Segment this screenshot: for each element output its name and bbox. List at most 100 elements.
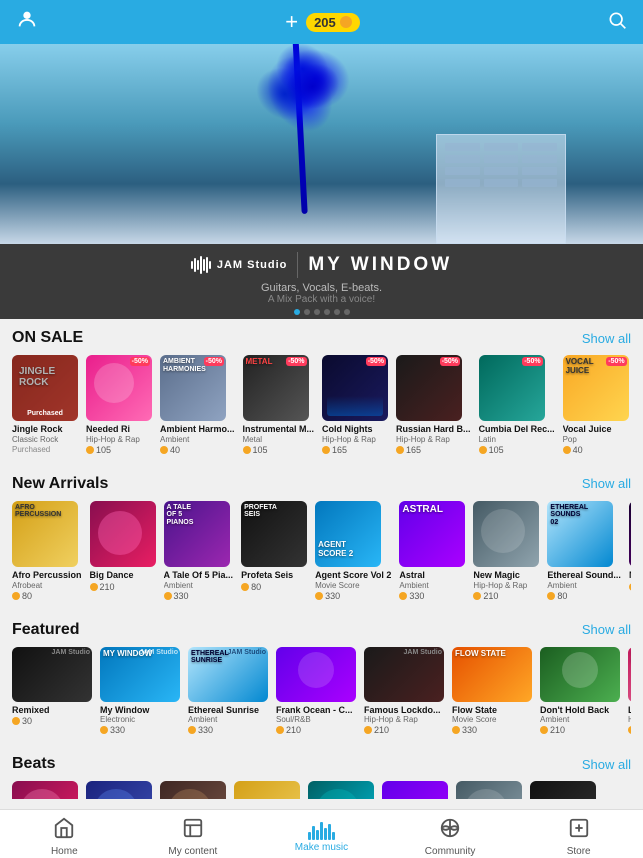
dot-1[interactable] [294,309,300,315]
on-sale-title: ON SALE [12,329,83,347]
nav-my-content-label: My content [168,846,217,857]
album-thumb: -50% [479,355,545,421]
list-item[interactable]: AMBIENTHARMONIES -50% Ambient Harmo... A… [160,355,235,455]
album-thumb [12,781,78,799]
album-thumb: PROFETASEIS [241,501,307,567]
dot-5[interactable] [334,309,340,315]
header-center: + 205 [285,9,360,35]
dot-4[interactable] [324,309,330,315]
list-item[interactable] [308,781,374,799]
dot-2[interactable] [304,309,310,315]
on-sale-header: ON SALE Show all [12,329,631,347]
list-item[interactable]: New Magic Hip-Hop & Rap 210 [473,501,539,601]
list-item[interactable] [12,781,78,799]
album-thumb [473,501,539,567]
list-item[interactable]: JAM Studio Remixed 30 [12,647,92,736]
on-sale-show-all[interactable]: Show all [582,331,631,346]
album-thumb [276,647,356,702]
featured-header: Featured Show all [12,621,631,639]
list-item[interactable]: ETHEREALSOUNDS02 Ethereal Sound... Ambie… [547,501,621,601]
store-icon [568,817,590,844]
list-item[interactable]: -50% Cold Nights Hip-Hop & Rap 165 [322,355,388,455]
featured-show-all[interactable]: Show all [582,622,631,637]
list-item[interactable]: MY WINDOW JAM Studio My Window Electroni… [100,647,180,736]
list-item[interactable]: -50% Needed Ri Hip-Hop & Rap 105 [86,355,152,455]
list-item[interactable]: Frank Ocean - C... Soul/R&B 210 [276,647,356,736]
new-arrivals-show-all[interactable]: Show all [582,476,631,491]
featured-title: Featured [12,621,80,639]
featured-section: Featured Show all JAM Studio Remixed 30 … [0,611,643,746]
nav-store[interactable]: Store [514,811,643,857]
carousel-dots [0,305,643,319]
brand-divider [297,252,298,278]
nav-make-music[interactable]: Make music [257,816,386,853]
list-item[interactable]: AFROPERCUSSION Afro Percussion Afrobeat … [12,501,82,601]
nav-home-label: Home [51,846,78,857]
list-item[interactable]: AGENTSCORE 2 Agent Score Vol 2 Movie Sco… [315,501,391,601]
list-item[interactable]: ASTRAL Astral Ambient 330 [399,501,465,601]
beats-show-all[interactable]: Show all [582,757,631,772]
album-thumb: JAM Studio [364,647,444,702]
brand-bar: JAM Studio MY WINDOW Guitars, Vocals, E-… [0,244,643,319]
list-item[interactable]: -50% Russian Hard B... Hip-Hop & Rap 165 [396,355,471,455]
list-item[interactable]: A TALEOF 5PIANOS A Tale Of 5 Pia... Ambi… [164,501,234,601]
coin-dot-icon [340,16,352,28]
dot-6[interactable] [344,309,350,315]
search-icon[interactable] [607,10,627,35]
album-thumb: -50% [396,355,462,421]
album-thumb: JAM Studio [12,647,92,702]
list-item[interactable]: LOFI STUDYBEATS JAM Studio Lofi Study Be… [628,647,631,736]
album-thumb: ETHEREALSOUNDS02 [547,501,613,567]
beats-section: Beats Show all [0,745,643,799]
list-item[interactable] [456,781,522,799]
nav-my-content[interactable]: My content [129,811,258,857]
album-thumb: METAL -50% [243,355,309,421]
album-thumb: NAGOYABEATS [629,501,631,567]
home-icon [53,817,75,844]
album-thumb [234,781,300,799]
list-item[interactable]: NAGOYABEATS Nagoya Beats 330 [629,501,631,601]
list-item[interactable]: VOCALJUICE -50% Vocal Juice Pop 40 [563,355,629,455]
album-thumb: ETHEREALSUNRISE JAM Studio [188,647,268,702]
new-arrivals-header: New Arrivals Show all [12,475,631,493]
nav-home[interactable]: Home [0,811,129,857]
list-item[interactable]: Don't Hold Back Ambient 210 [540,647,620,736]
new-arrivals-list: AFROPERCUSSION Afro Percussion Afrobeat … [12,501,631,611]
brand-title: MY WINDOW [308,254,452,276]
album-thumb: -50% [322,355,388,421]
album-thumb [540,647,620,702]
nav-make-music-label: Make music [295,842,348,853]
beats-title: Beats [12,755,56,773]
user-icon[interactable] [16,8,38,36]
list-item[interactable]: JAM Studio Famous Lockdo... Hip-Hop & Ra… [364,647,444,736]
list-item[interactable] [530,781,596,799]
album-thumb [90,501,156,567]
list-item[interactable]: METAL -50% Instrumental M... Metal 105 [243,355,315,455]
community-icon [439,817,461,844]
list-item[interactable] [382,781,448,799]
list-item[interactable]: JINGLEROCK Purchased Jingle Rock Classic… [12,355,78,455]
coin-badge[interactable]: 205 [306,13,360,32]
album-thumb: MY WINDOW JAM Studio [100,647,180,702]
list-item[interactable]: Big Dance 210 [90,501,156,601]
list-item[interactable]: PROFETASEIS Profeta Seis 80 [241,501,307,601]
add-icon[interactable]: + [285,9,298,35]
list-item[interactable] [86,781,152,799]
album-thumb: AGENTSCORE 2 [315,501,381,567]
list-item[interactable]: ETHEREALSUNRISE JAM Studio Ethereal Sunr… [188,647,268,736]
header: + 205 [0,0,643,44]
nav-community[interactable]: Community [386,811,515,857]
on-sale-list: JINGLEROCK Purchased Jingle Rock Classic… [12,355,631,465]
list-item[interactable]: -50% Cumbia Del Rec... Latin 105 [479,355,555,455]
list-item[interactable]: FLOW STATE Flow State Movie Score 330 [452,647,532,736]
brand-subtitle: Guitars, Vocals, E-beats. A Mix Pack wit… [0,282,643,305]
list-item[interactable] [160,781,226,799]
album-thumb: -50% [86,355,152,421]
list-item[interactable] [234,781,300,799]
album-thumb [308,781,374,799]
hero-banner[interactable] [0,44,643,244]
main-content: ON SALE Show all JINGLEROCK Purchased Ji… [0,319,643,799]
album-thumb [382,781,448,799]
dot-3[interactable] [314,309,320,315]
new-arrivals-title: New Arrivals [12,475,108,493]
